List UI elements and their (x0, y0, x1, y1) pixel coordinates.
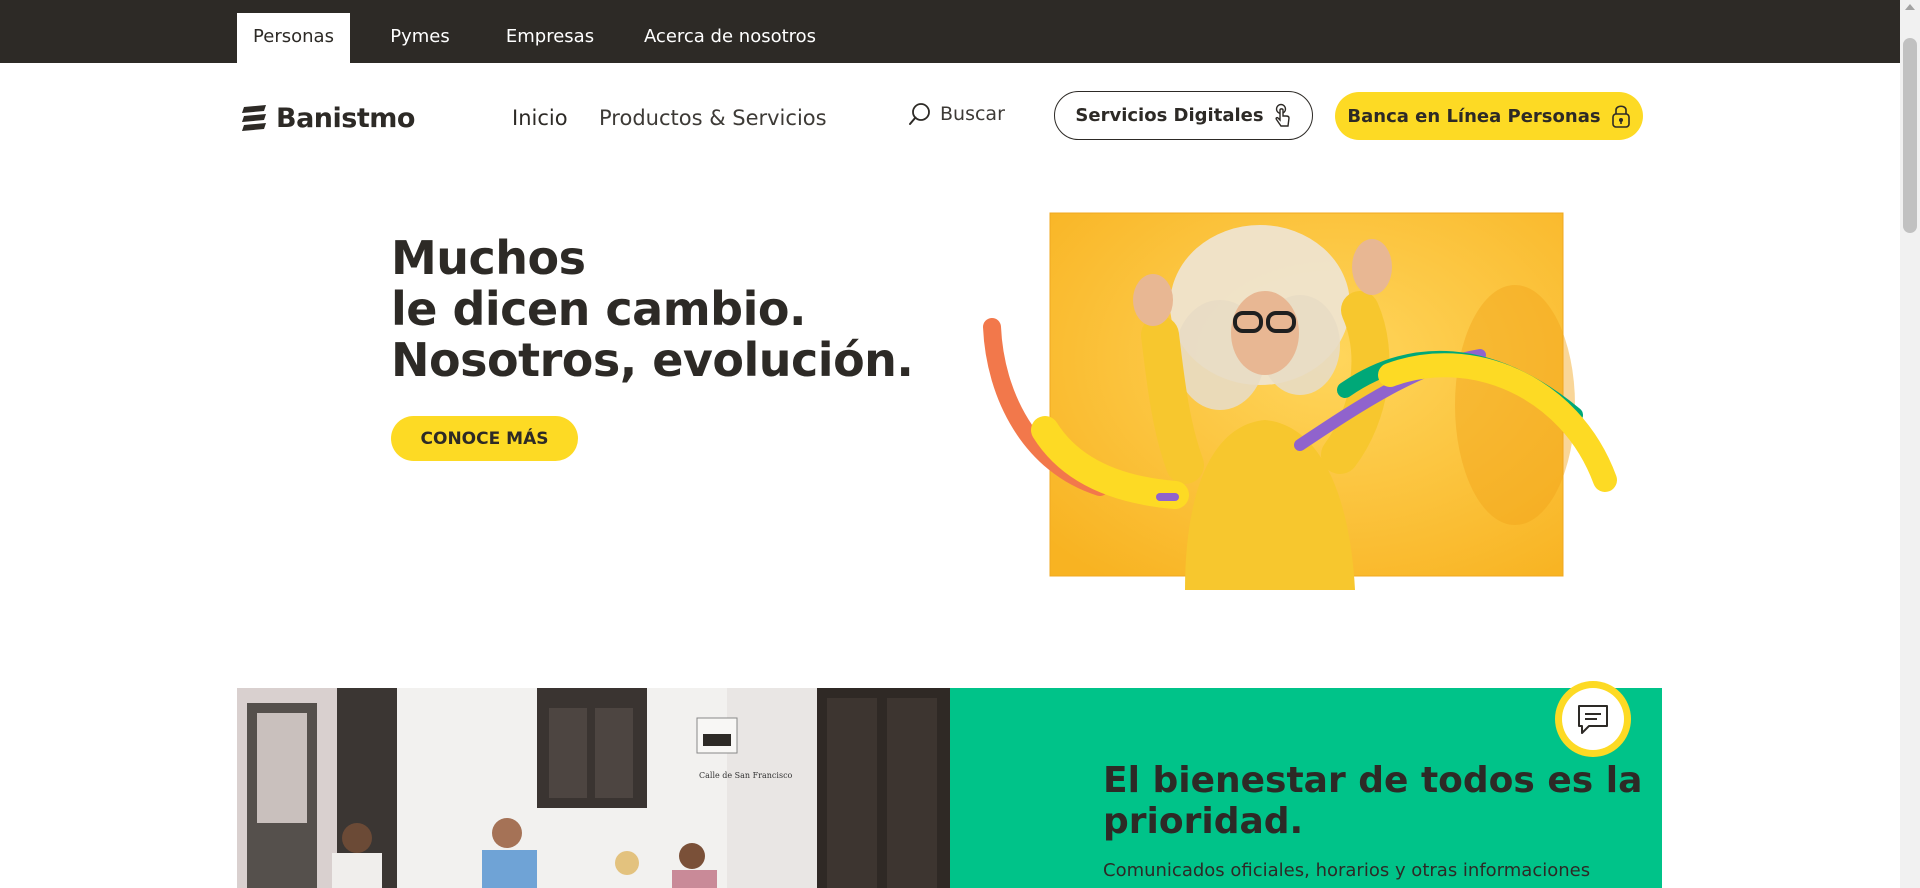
search-label: Buscar (940, 103, 1005, 125)
page-scrollbar[interactable] (1900, 0, 1920, 888)
tab-personas[interactable]: Personas (237, 13, 350, 63)
online-banking-button[interactable]: Banca en Línea Personas (1335, 92, 1643, 140)
chat-icon (1578, 705, 1608, 734)
street-photo: Calle de San Francisco (237, 688, 950, 888)
tab-empresas[interactable]: Empresas (494, 13, 606, 63)
banistmo-logo-icon (242, 105, 266, 131)
street-sign-text: Calle de San Francisco (699, 771, 793, 780)
tab-acerca-de-nosotros[interactable]: Acerca de nosotros (636, 13, 824, 63)
wellbeing-title-line: prioridad. (1103, 801, 1304, 842)
conoce-mas-button[interactable]: CONOCE MÁS (391, 416, 578, 461)
hero-image (983, 212, 1617, 590)
online-banking-label: Banca en Línea Personas (1347, 105, 1601, 127)
hero-title-line: Muchos (391, 231, 586, 285)
search-icon (909, 103, 930, 125)
nav-productos-servicios[interactable]: Productos & Servicios (599, 106, 827, 130)
wellbeing-title-line: El bienestar de todos es la (1103, 760, 1643, 801)
scrollbar-thumb[interactable] (1903, 38, 1917, 233)
lock-icon (1611, 105, 1630, 128)
chat-button[interactable] (1555, 681, 1631, 757)
wellbeing-text: Comunicados oficiales, horarios y otras … (1103, 860, 1591, 881)
banistmo-logo[interactable]: Banistmo (240, 100, 415, 136)
hero-title-line: le dicen cambio. (391, 282, 806, 336)
digital-services-label: Servicios Digitales (1075, 105, 1264, 126)
tap-hand-icon (1275, 103, 1290, 127)
scroll-up-arrow[interactable] (1905, 4, 1915, 10)
segment-nav-bar: Personas Pymes Empresas Acerca de nosotr… (0, 0, 1900, 63)
wellbeing-title: El bienestar de todos es la prioridad. (1103, 760, 1642, 842)
search-button[interactable]: Buscar (908, 102, 1005, 126)
tab-pymes[interactable]: Pymes (370, 13, 470, 63)
chat-button-inner (1562, 688, 1624, 750)
logo-text: Banistmo (276, 102, 415, 134)
nav-inicio[interactable]: Inicio (512, 106, 568, 130)
hero-title: Muchos le dicen cambio. Nosotros, evoluc… (391, 231, 914, 387)
digital-services-button[interactable]: Servicios Digitales (1054, 91, 1313, 140)
hero-title-line: Nosotros, evolución. (391, 333, 914, 387)
